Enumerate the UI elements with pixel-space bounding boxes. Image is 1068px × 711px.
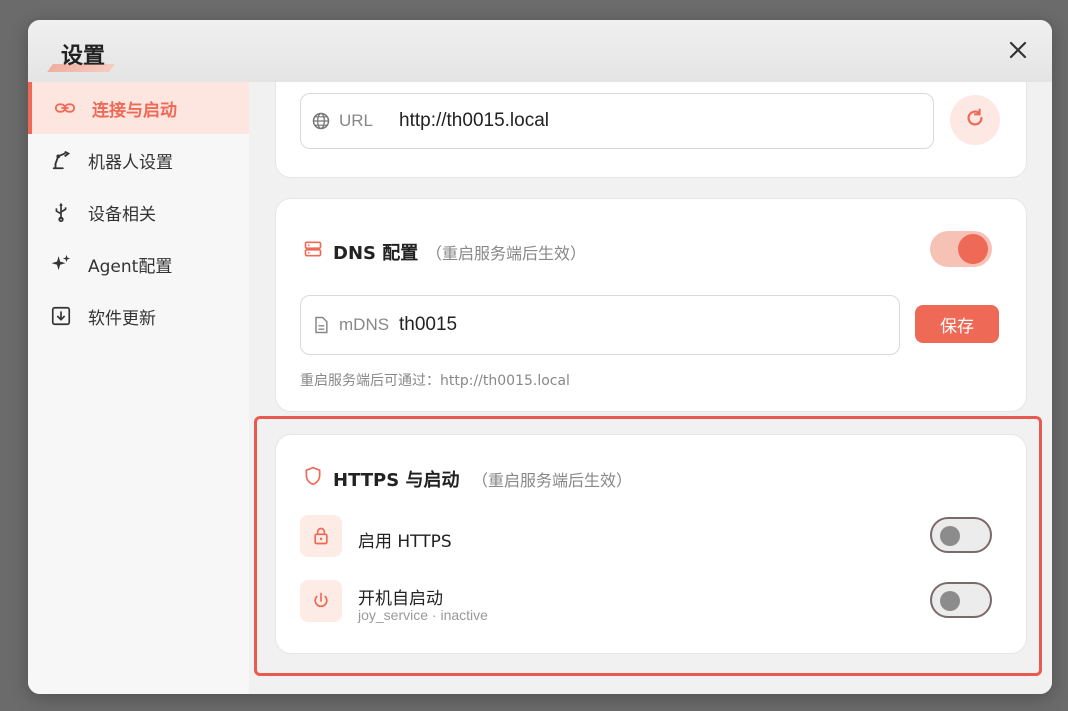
toggle-knob bbox=[940, 591, 960, 611]
link-icon bbox=[54, 97, 76, 119]
dialog-title: 设置 bbox=[61, 44, 106, 69]
sidebar-item-label: 机器人设置 bbox=[88, 152, 173, 173]
shield-icon bbox=[303, 465, 323, 492]
dns-note: （重启服务端后生效） bbox=[426, 244, 587, 263]
sidebar-item-device[interactable]: 设备相关 bbox=[28, 186, 249, 238]
sidebar-item-update[interactable]: 软件更新 bbox=[28, 290, 249, 342]
autostart-label: 开机自启动 bbox=[358, 589, 443, 609]
https-title: HTTPS 与启动 bbox=[333, 470, 460, 491]
mdns-value: th0015 bbox=[399, 314, 458, 335]
usb-icon bbox=[50, 201, 72, 223]
dns-card: DNS 配置 （重启服务端后生效） mDNS th0015 保存 重启服务端后可… bbox=[275, 198, 1027, 412]
https-card: HTTPS 与启动 （重启服务端后生效） 启用 HTTPS 开机自启动 joy_… bbox=[275, 434, 1027, 654]
mdns-field[interactable]: mDNS th0015 bbox=[300, 295, 900, 355]
url-field[interactable]: URL http://th0015.local bbox=[300, 93, 934, 149]
sparkle-icon bbox=[50, 253, 72, 275]
server-icon bbox=[303, 239, 323, 264]
sidebar-item-connection[interactable]: 连接与启动 bbox=[28, 82, 249, 134]
toggle-knob bbox=[958, 234, 988, 264]
sidebar-item-label: 连接与启动 bbox=[92, 100, 177, 121]
refresh-icon bbox=[964, 107, 986, 134]
url-value: http://th0015.local bbox=[399, 110, 549, 131]
sidebar-item-label: Agent配置 bbox=[88, 256, 173, 277]
dns-hint: 重启服务端后可通过：http://th0015.local bbox=[300, 373, 570, 389]
sidebar-item-label: 软件更新 bbox=[88, 308, 156, 329]
https-enable-toggle[interactable] bbox=[930, 517, 992, 553]
globe-icon bbox=[311, 111, 331, 131]
sidebar-item-agent[interactable]: Agent配置 bbox=[28, 238, 249, 290]
refresh-button[interactable] bbox=[950, 95, 1000, 145]
https-note: （重启服务端后生效） bbox=[472, 471, 633, 490]
url-label: URL bbox=[339, 111, 374, 130]
sidebar: 连接与启动 机器人设置 设备相关 Agent配置 软件更新 bbox=[28, 82, 249, 694]
sidebar-item-robot[interactable]: 机器人设置 bbox=[28, 134, 249, 186]
https-enable-label: 启用 HTTPS bbox=[358, 532, 452, 552]
dns-title: DNS 配置 bbox=[333, 243, 419, 264]
url-card: URL http://th0015.local bbox=[275, 82, 1027, 178]
document-icon bbox=[311, 315, 331, 335]
autostart-toggle[interactable] bbox=[930, 582, 992, 618]
main-content[interactable]: URL http://th0015.local DNS 配置 （重启服务端后生效… bbox=[249, 82, 1052, 694]
autostart-status: joy_service · inactive bbox=[358, 607, 488, 623]
power-icon bbox=[300, 580, 342, 622]
dns-toggle[interactable] bbox=[930, 231, 992, 267]
close-icon[interactable] bbox=[1006, 38, 1030, 62]
robot-arm-icon bbox=[50, 149, 72, 171]
toggle-knob bbox=[940, 526, 960, 546]
save-button[interactable]: 保存 bbox=[915, 305, 999, 343]
title-bar: 设置 bbox=[28, 20, 1052, 82]
download-icon bbox=[50, 305, 72, 327]
sidebar-item-label: 设备相关 bbox=[88, 204, 156, 225]
settings-dialog: 设置 连接与启动 机器人设置 设备相关 Agent配置 软件更新 URL htt… bbox=[28, 20, 1052, 694]
lock-icon bbox=[300, 515, 342, 557]
mdns-label: mDNS bbox=[339, 315, 390, 334]
